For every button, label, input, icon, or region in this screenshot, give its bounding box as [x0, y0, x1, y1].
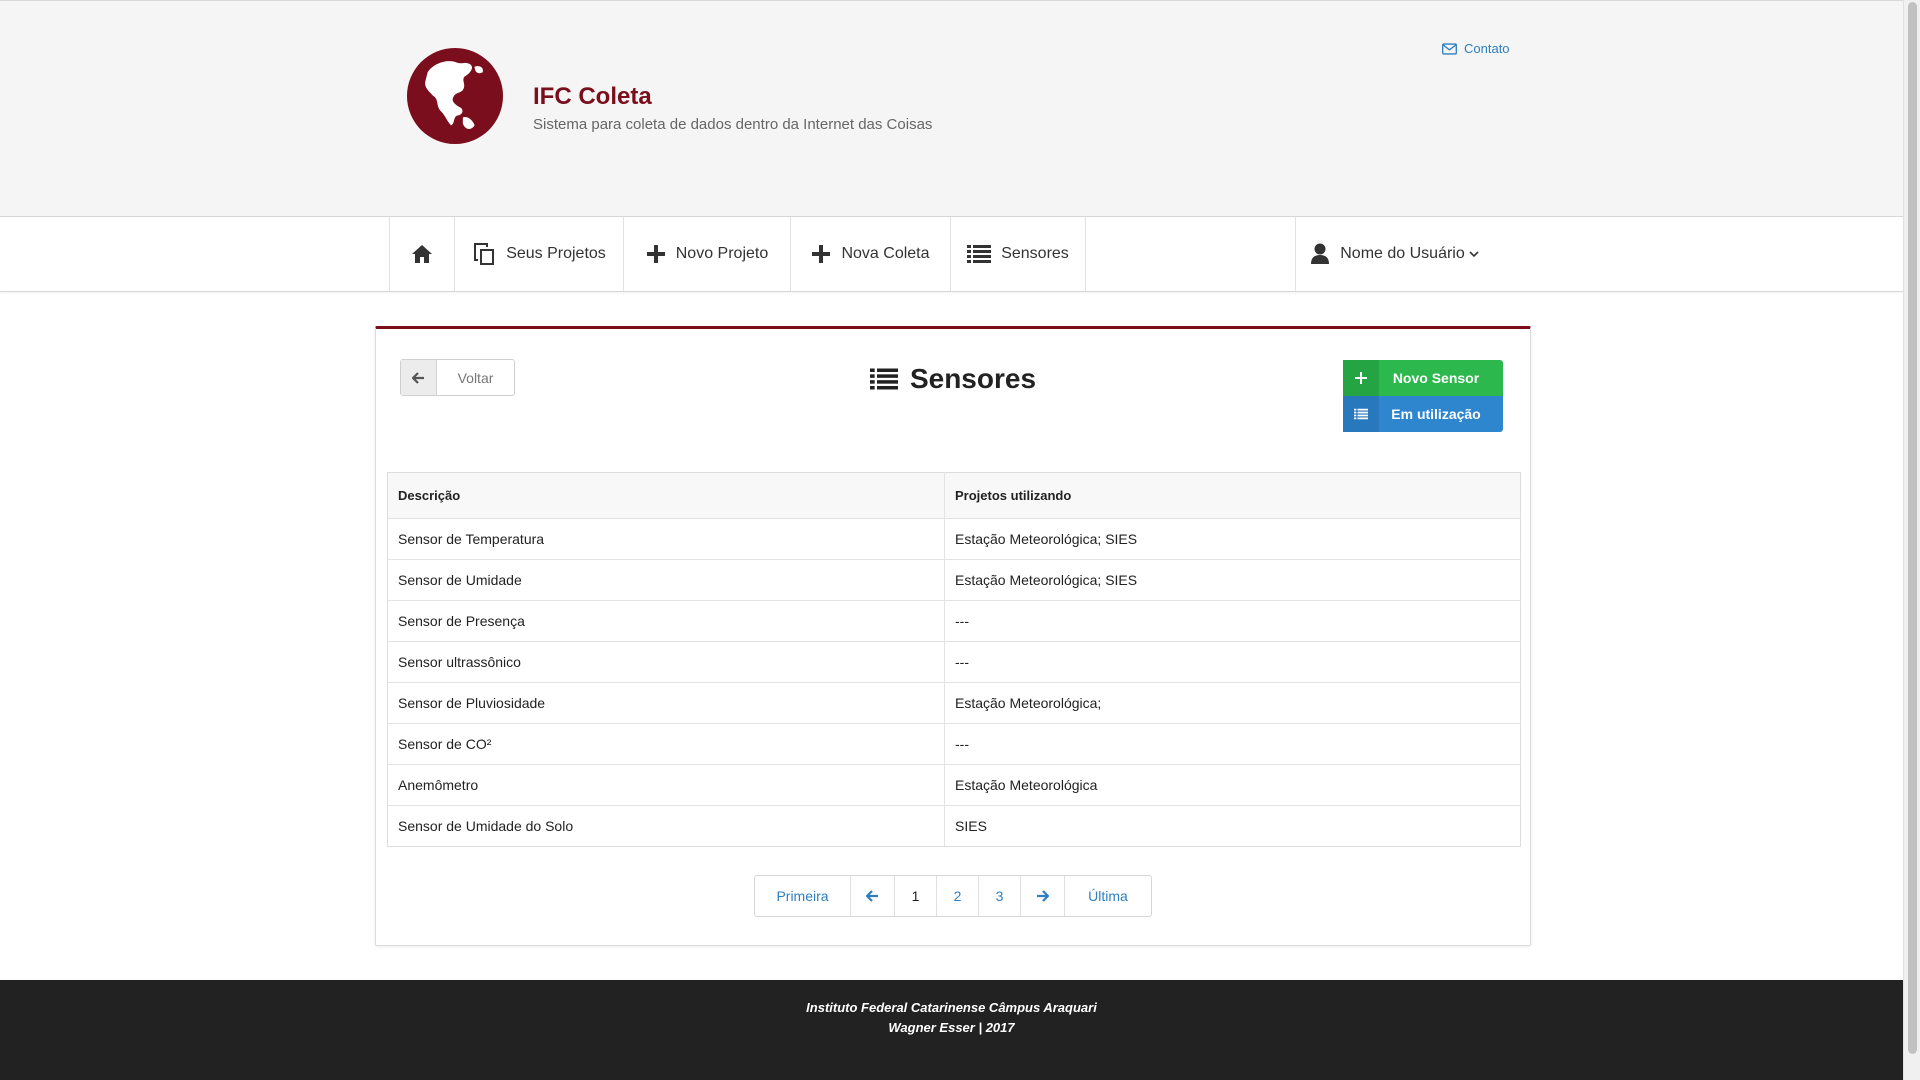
list-icon [1354, 408, 1368, 420]
app-subtitle: Sistema para coleta de dados dentro da I… [533, 116, 933, 133]
nav-label-seus-projetos: Seus Projetos [506, 245, 606, 262]
chevron-down-icon [1469, 250, 1479, 257]
nav-sensores[interactable]: Sensores [950, 217, 1086, 291]
new-sensor-label: Novo Sensor [1392, 370, 1480, 386]
pagination-last[interactable]: Última [1065, 876, 1151, 916]
copy-icon [474, 243, 495, 265]
user-icon [1311, 243, 1330, 264]
column-header-projetos: Projetos utilizando [944, 472, 1521, 519]
pagination-page-3[interactable]: 3 [979, 876, 1021, 916]
arrow-left-icon [412, 371, 424, 384]
plus-icon [646, 245, 665, 263]
nav-home[interactable] [389, 217, 454, 291]
table-row[interactable]: Sensor de Pluviosidade Estação Meteoroló… [387, 682, 1521, 724]
nav-seus-projetos[interactable]: Seus Projetos [454, 217, 623, 291]
home-icon [412, 245, 432, 263]
envelope-icon [1442, 42, 1457, 55]
cell-projetos: Estação Meteorológica; SIES [944, 518, 1521, 560]
footer-institution: Instituto Federal Catarinense Câmpus Ara… [806, 1000, 1097, 1015]
cell-projetos: --- [944, 641, 1521, 683]
cell-projetos: --- [944, 723, 1521, 765]
list-icon [869, 368, 898, 390]
nav-novo-projeto[interactable]: Novo Projeto [623, 217, 790, 291]
table-row[interactable]: Sensor de Temperatura Estação Meteorológ… [387, 518, 1521, 560]
sensors-panel: Sensores Voltar Novo Sensor Em utilizaçã… [375, 326, 1531, 946]
site-footer: Instituto Federal Catarinense Câmpus Ara… [0, 980, 1903, 1080]
cell-projetos: SIES [955, 818, 987, 834]
list-icon [967, 245, 992, 263]
cell-projetos: Estação Meteorológica; [944, 682, 1521, 724]
globe-logo-icon [406, 47, 504, 145]
sensors-table: Descrição Projetos utilizando Sensor de … [387, 472, 1521, 847]
new-sensor-icon-box [1343, 360, 1379, 396]
cell-descricao: Sensor ultrassônico [387, 641, 945, 683]
pagination-first[interactable]: Primeira [755, 876, 851, 916]
cell-descricao: Sensor de Pluviosidade [387, 682, 945, 724]
arrow-left-icon [866, 890, 878, 902]
arrow-right-icon [1037, 890, 1049, 902]
cell-projetos: --- [944, 600, 1521, 642]
site-header: IFC Coleta Sistema para coleta de dados … [0, 0, 1903, 216]
user-name: Nome do Usuário [1340, 245, 1465, 262]
pagination-page-1[interactable]: 1 [895, 876, 937, 916]
pagination-page-2[interactable]: 2 [937, 876, 979, 916]
back-button-icon-box [401, 360, 437, 395]
contact-link[interactable]: Contato [1442, 41, 1510, 56]
table-row[interactable]: Sensor de Umidade Estação Meteorológica;… [387, 559, 1521, 601]
cell-projetos: Estação Meteorológica [944, 764, 1521, 806]
user-menu[interactable]: Nome do Usuário [1295, 217, 1493, 291]
table-row[interactable]: Sensor de CO² --- [387, 723, 1521, 765]
contact-label: Contato [1464, 41, 1510, 56]
pagination-prev[interactable] [851, 876, 895, 916]
footer-author: Wagner Esser | 2017 [888, 1020, 1015, 1035]
plus-icon [1355, 372, 1367, 384]
cell-descricao: Anemômetro [387, 764, 945, 806]
cell-projetos: Estação Meteorológica; SIES [944, 559, 1521, 601]
in-use-icon-box [1343, 396, 1379, 432]
cell-descricao: Sensor de Umidade [387, 559, 945, 601]
page-scrollbar[interactable] [1903, 0, 1920, 1080]
cell-descricao: Sensor de CO² [387, 723, 945, 765]
main-nav: Seus Projetos Novo Projeto Nova Coleta S… [0, 216, 1903, 292]
back-button-label: Voltar [457, 369, 494, 386]
pagination: Primeira 1 2 3 Última [754, 875, 1152, 917]
cell-descricao: Sensor de Temperatura [387, 518, 945, 560]
nav-label-novo-projeto: Novo Projeto [675, 245, 769, 262]
nav-label-nova-coleta: Nova Coleta [841, 245, 930, 262]
cell-descricao: Sensor de Umidade do Solo [387, 805, 945, 847]
table-row[interactable]: Sensor de Presença --- [387, 600, 1521, 642]
table-row[interactable]: Sensor ultrassônico --- [387, 641, 1521, 683]
table-header-row: Descrição Projetos utilizando [387, 472, 1521, 519]
pagination-next[interactable] [1021, 876, 1065, 916]
nav-label-sensores: Sensores [1001, 245, 1069, 262]
back-button[interactable]: Voltar [400, 359, 515, 396]
cell-descricao: Sensor de Presença [387, 600, 945, 642]
scrollbar-thumb[interactable] [1908, 2, 1917, 1054]
plus-icon [812, 245, 831, 263]
new-sensor-button[interactable]: Novo Sensor [1343, 360, 1503, 396]
app-title[interactable]: IFC Coleta [533, 83, 652, 111]
column-header-descricao: Descrição [387, 472, 945, 519]
table-row[interactable]: Anemômetro Estação Meteorológica [387, 764, 1521, 806]
in-use-label: Em utilização [1391, 406, 1481, 422]
nav-nova-coleta[interactable]: Nova Coleta [790, 217, 950, 291]
in-use-button[interactable]: Em utilização [1343, 396, 1503, 432]
table-row[interactable]: Sensor de Umidade do Solo SIES [387, 805, 1521, 847]
page-title-text: Sensores [909, 363, 1037, 394]
